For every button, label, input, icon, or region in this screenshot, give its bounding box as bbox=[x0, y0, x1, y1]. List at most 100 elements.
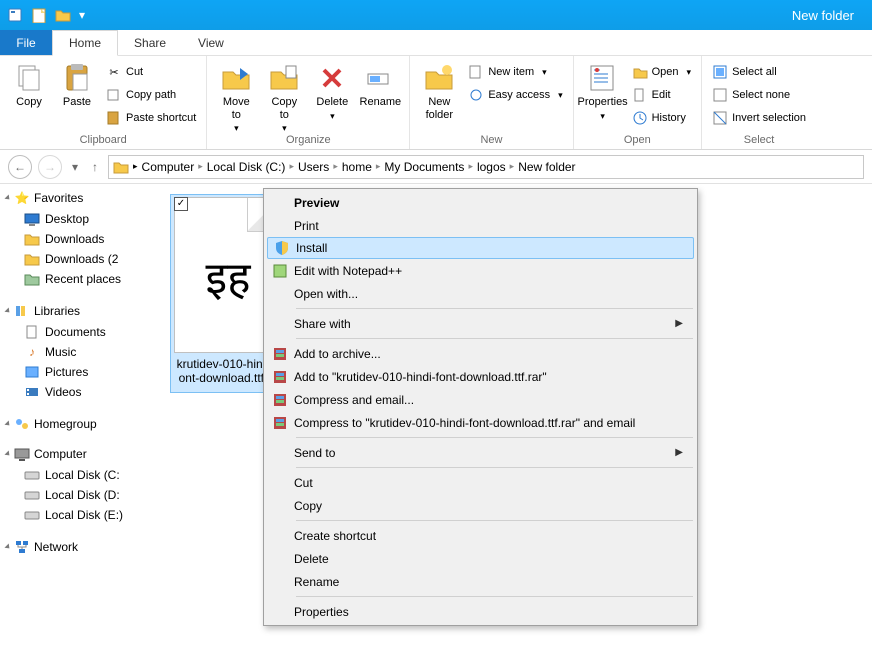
winrar-icon bbox=[266, 415, 294, 431]
paste-button[interactable]: Paste bbox=[54, 60, 100, 109]
sidebar-item-diskd[interactable]: Local Disk (D: bbox=[8, 485, 160, 505]
ctx-cut[interactable]: Cut bbox=[266, 471, 695, 494]
ribbon-group-open: Properties▾ Open▾ Edit History Open bbox=[574, 56, 702, 149]
pasteshortcut-button[interactable]: Paste shortcut bbox=[102, 108, 200, 128]
ctx-rename[interactable]: Rename bbox=[266, 570, 695, 593]
ctx-compressto[interactable]: Compress to "krutidev-010-hindi-font-dow… bbox=[266, 411, 695, 434]
newitem-button[interactable]: New item▾ bbox=[464, 62, 566, 82]
recent-icon bbox=[24, 271, 40, 287]
sidebar-item-desktop[interactable]: Desktop bbox=[8, 209, 160, 229]
ctx-properties[interactable]: Properties bbox=[266, 600, 695, 623]
crumb-5[interactable]: logos▸ bbox=[477, 160, 514, 174]
address-bar[interactable]: ▸ Computer▸ Local Disk (C:)▸ Users▸ home… bbox=[108, 155, 864, 179]
rename-button[interactable]: Rename bbox=[357, 60, 403, 109]
file-checkbox[interactable]: ✓ bbox=[174, 197, 188, 211]
desktop-icon bbox=[24, 211, 40, 227]
copy-button[interactable]: Copy bbox=[6, 60, 52, 109]
qat-newfolder-icon[interactable] bbox=[28, 4, 50, 26]
ctx-sharewith[interactable]: Share with▶ bbox=[266, 312, 695, 335]
videos-icon bbox=[24, 384, 40, 400]
disk-icon bbox=[24, 467, 40, 483]
crumb-4[interactable]: My Documents▸ bbox=[384, 160, 473, 174]
newfolder-button[interactable]: New folder bbox=[416, 60, 462, 121]
qat-dropdown-icon[interactable]: ▾ bbox=[76, 4, 88, 26]
copypath-button[interactable]: Copy path bbox=[102, 85, 200, 105]
open-button[interactable]: Open▾ bbox=[628, 62, 695, 82]
context-menu: Preview Print Install Edit with Notepad+… bbox=[263, 188, 698, 626]
ribbon-group-select: Select all Select none Invert selection … bbox=[702, 56, 816, 149]
delete-button[interactable]: Delete▾ bbox=[309, 60, 355, 122]
back-button[interactable]: ← bbox=[8, 155, 32, 179]
sidebar-item-videos[interactable]: Videos bbox=[8, 382, 160, 402]
tab-share[interactable]: Share bbox=[118, 30, 182, 55]
scissors-icon: ✂ bbox=[106, 64, 122, 80]
copyto-button[interactable]: Copy to▾ bbox=[261, 60, 307, 134]
tab-view[interactable]: View bbox=[182, 30, 240, 55]
ctx-sendto[interactable]: Send to▶ bbox=[266, 441, 695, 464]
pictures-icon bbox=[24, 364, 40, 380]
properties-button[interactable]: Properties▾ bbox=[580, 60, 626, 122]
crumb-6[interactable]: New folder bbox=[518, 160, 575, 174]
tab-home[interactable]: Home bbox=[52, 30, 118, 56]
ctx-createshortcut[interactable]: Create shortcut bbox=[266, 524, 695, 547]
ctx-compressemail[interactable]: Compress and email... bbox=[266, 388, 695, 411]
winrar-icon bbox=[266, 392, 294, 408]
folder-icon bbox=[24, 231, 40, 247]
nav-bar: ← → ▾ ↑ ▸ Computer▸ Local Disk (C:)▸ Use… bbox=[0, 150, 872, 184]
selectall-button[interactable]: Select all bbox=[708, 62, 810, 82]
qat-folder-icon[interactable] bbox=[52, 4, 74, 26]
ctx-delete[interactable]: Delete bbox=[266, 547, 695, 570]
crumb-3[interactable]: home▸ bbox=[342, 160, 381, 174]
cut-button[interactable]: ✂Cut bbox=[102, 62, 200, 82]
computer-icon bbox=[14, 446, 30, 462]
network-icon bbox=[14, 539, 30, 555]
ctx-install[interactable]: Install bbox=[267, 237, 694, 259]
sidebar-item-downloads2[interactable]: Downloads (2 bbox=[8, 249, 160, 269]
homegroup-icon bbox=[14, 416, 30, 432]
easyaccess-button[interactable]: Easy access▾ bbox=[464, 85, 566, 105]
ctx-addrar[interactable]: Add to "krutidev-010-hindi-font-download… bbox=[266, 365, 695, 388]
up-button[interactable]: ↑ bbox=[88, 160, 102, 174]
ribbon-group-new: New folder New item▾ Easy access▾ New bbox=[410, 56, 573, 149]
sidebar-item-diskc[interactable]: Local Disk (C: bbox=[8, 465, 160, 485]
copypath-icon bbox=[106, 87, 122, 103]
star-icon: ⭐ bbox=[14, 190, 30, 206]
easyaccess-icon bbox=[468, 87, 484, 103]
crumb-2[interactable]: Users▸ bbox=[298, 160, 338, 174]
ctx-copy[interactable]: Copy bbox=[266, 494, 695, 517]
ctx-editnpp[interactable]: Edit with Notepad++ bbox=[266, 259, 695, 282]
edit-button[interactable]: Edit bbox=[628, 85, 695, 105]
sidebar-favorites[interactable]: ⭐Favorites bbox=[8, 190, 160, 206]
window-title: New folder bbox=[792, 8, 854, 23]
ribbon-tabs: File Home Share View bbox=[0, 30, 872, 56]
disk-icon bbox=[24, 487, 40, 503]
qat-properties-icon[interactable] bbox=[4, 4, 26, 26]
crumb-1[interactable]: Local Disk (C:)▸ bbox=[207, 160, 294, 174]
ctx-openwith[interactable]: Open with... bbox=[266, 282, 695, 305]
sidebar-item-pictures[interactable]: Pictures bbox=[8, 362, 160, 382]
forward-button[interactable]: → bbox=[38, 155, 62, 179]
sidebar-item-recent[interactable]: Recent places bbox=[8, 269, 160, 289]
history-button[interactable]: History bbox=[628, 108, 695, 128]
sidebar-item-music[interactable]: ♪Music bbox=[8, 342, 160, 362]
sidebar-item-downloads[interactable]: Downloads bbox=[8, 229, 160, 249]
crumb-0[interactable]: Computer▸ bbox=[142, 160, 203, 174]
sidebar-item-documents[interactable]: Documents bbox=[8, 322, 160, 342]
edit-icon bbox=[632, 87, 648, 103]
selectnone-button[interactable]: Select none bbox=[708, 85, 810, 105]
ctx-addarchive[interactable]: Add to archive... bbox=[266, 342, 695, 365]
tab-file[interactable]: File bbox=[0, 30, 52, 55]
recent-dropdown[interactable]: ▾ bbox=[68, 160, 82, 174]
libraries-icon bbox=[14, 303, 30, 319]
sidebar-item-diske[interactable]: Local Disk (E:) bbox=[8, 505, 160, 525]
invertselection-button[interactable]: Invert selection bbox=[708, 108, 810, 128]
winrar-icon bbox=[266, 346, 294, 362]
moveto-button[interactable]: Move to▾ bbox=[213, 60, 259, 134]
ctx-preview[interactable]: Preview bbox=[266, 191, 695, 214]
sidebar-libraries[interactable]: Libraries bbox=[8, 303, 160, 319]
sidebar-network[interactable]: Network bbox=[8, 539, 160, 555]
sidebar-homegroup[interactable]: Homegroup bbox=[8, 416, 160, 432]
history-icon bbox=[632, 110, 648, 126]
sidebar-computer[interactable]: Computer bbox=[8, 446, 160, 462]
ctx-print[interactable]: Print bbox=[266, 214, 695, 237]
